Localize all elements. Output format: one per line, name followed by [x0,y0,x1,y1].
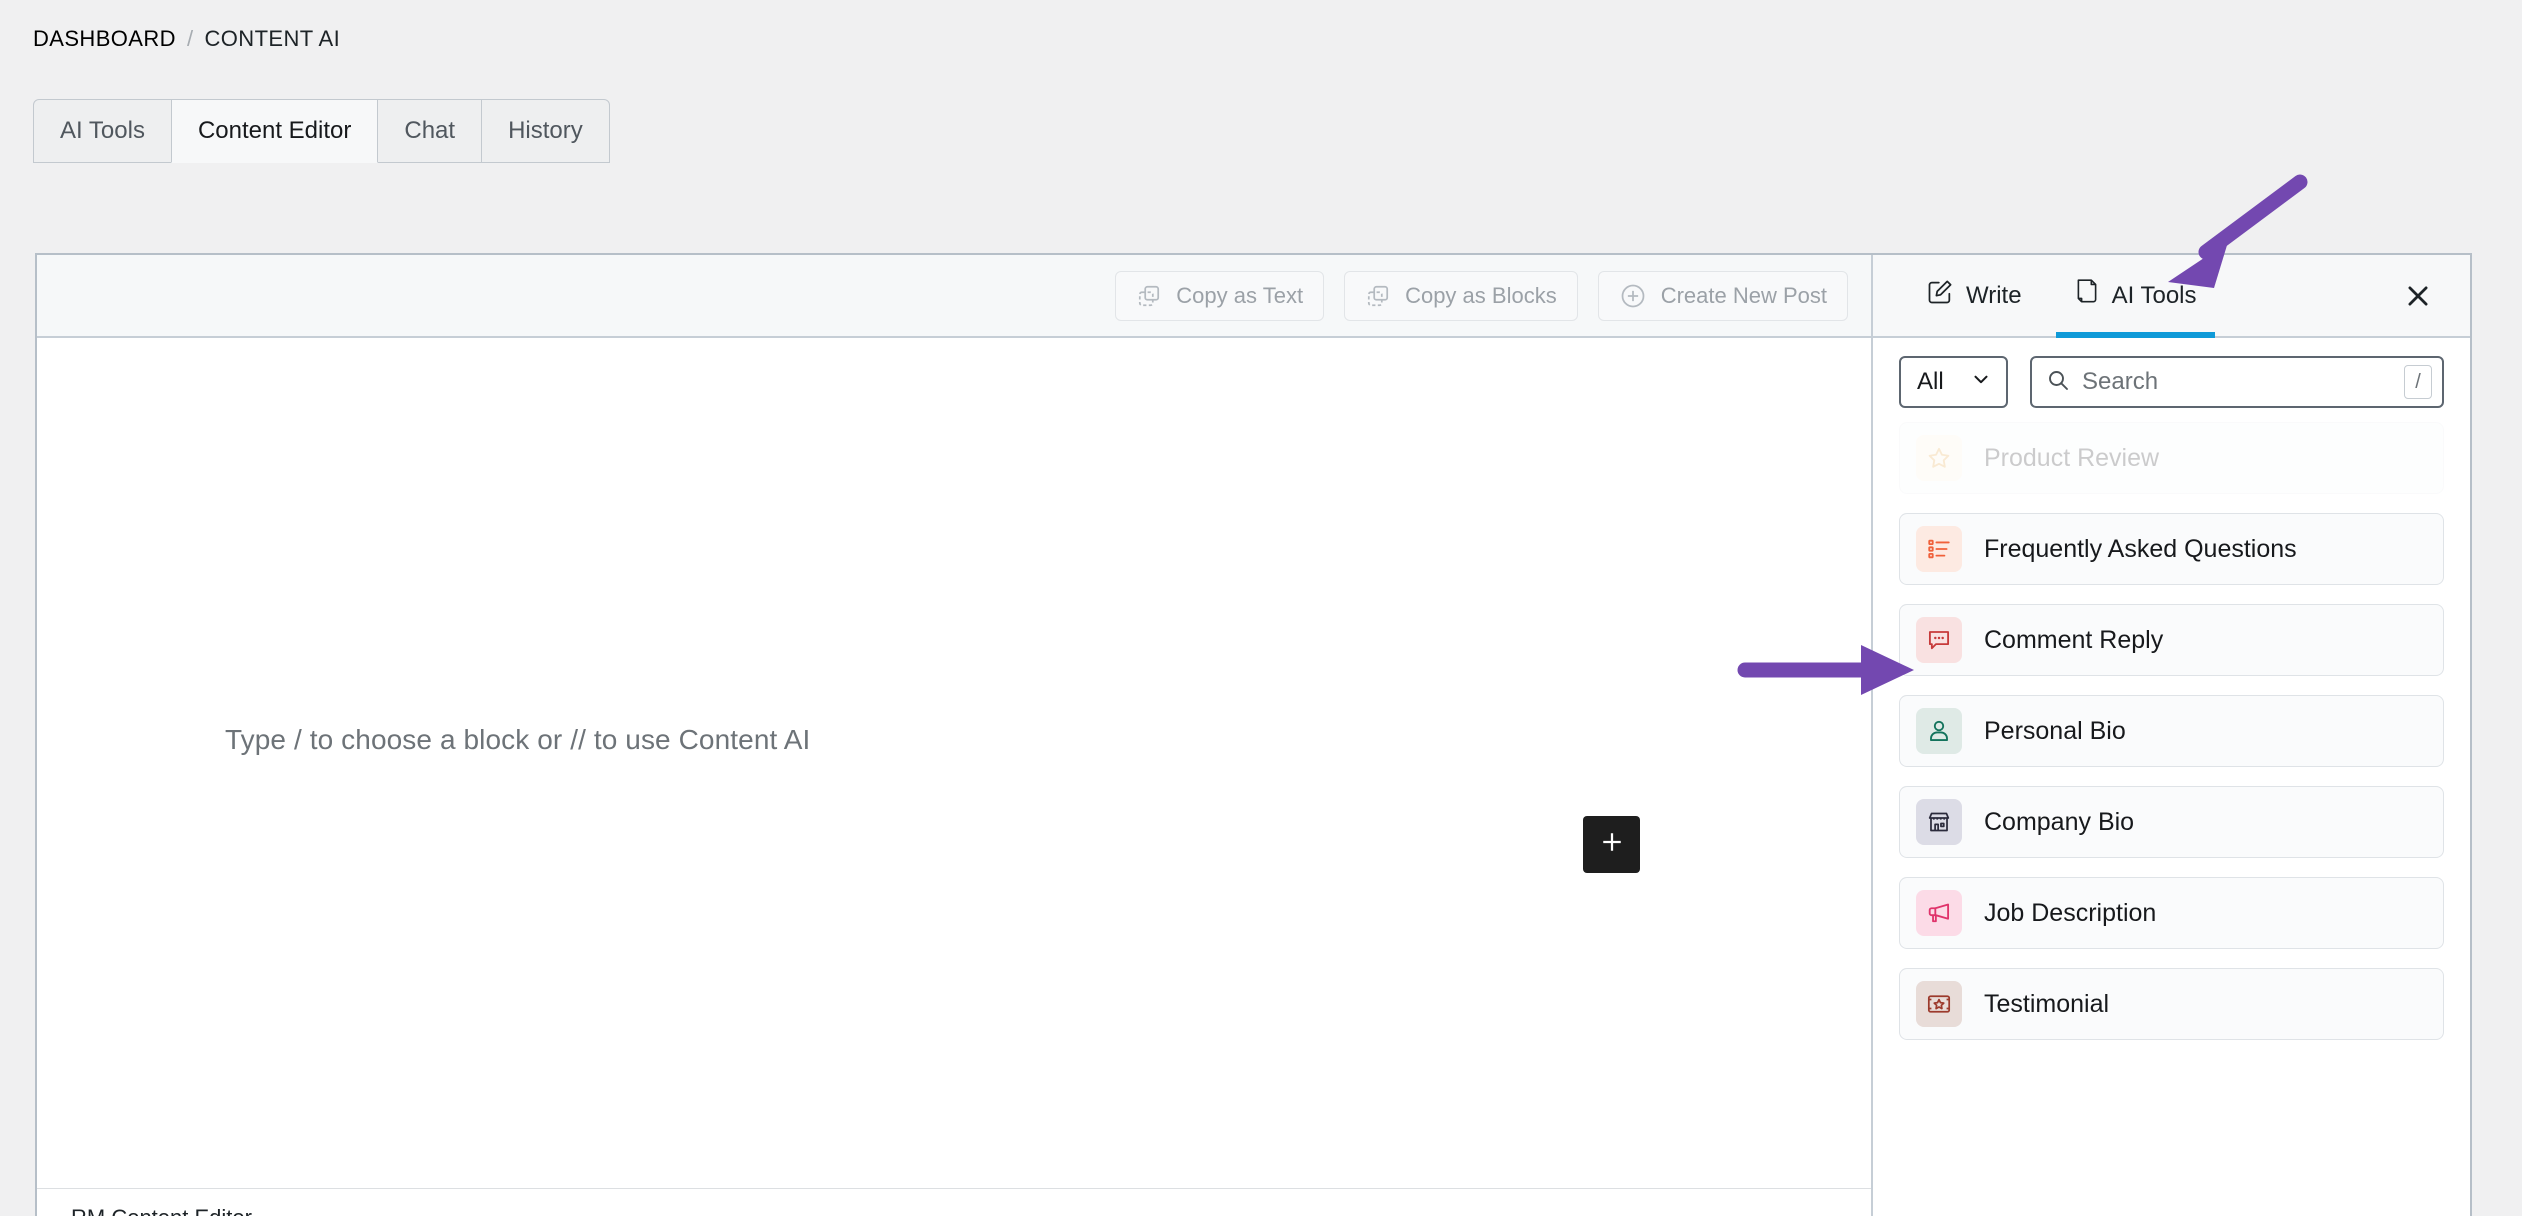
sidebar-tab-write[interactable]: Write [1900,255,2048,336]
sidebar-tab-label: AI Tools [2111,281,2197,309]
editor-footer-label: RM Content Editor [71,1205,252,1216]
comment-bubble-icon [1916,617,1962,663]
tool-item-frequently-asked-questions[interactable]: Frequently Asked Questions [1899,513,2444,585]
sidebar-filters: All / [1873,338,2470,422]
tab-label: Content Editor [197,117,352,144]
write-pencil-icon [1926,278,1954,313]
tool-item-label: Frequently Asked Questions [1984,534,2297,563]
app-page: DASHBOARD / CONTENT AI AI Tools Content … [0,0,2522,1216]
tab-chat[interactable]: Chat [377,99,483,163]
editor-placeholder-text: Type / to choose a block or // to use Co… [225,724,811,755]
ai-tools-list[interactable]: Product Review Frequently Asked Question… [1873,376,2470,1216]
plus-icon [1597,827,1627,862]
sidebar-tab-ai-tools[interactable]: AI Tools [2048,255,2223,338]
copy-icon [1136,283,1162,309]
main-tabbar: AI Tools Content Editor Chat History [33,99,610,163]
category-filter-select[interactable]: All [1899,356,2008,408]
tool-item-label: Testimonial [1984,989,2110,1018]
megaphone-icon [1916,890,1962,936]
search-input[interactable] [2082,368,2392,396]
button-label: Copy as Blocks [1405,282,1557,308]
tab-content-editor[interactable]: Content Editor [170,99,379,163]
copy-as-blocks-button[interactable]: Copy as Blocks [1344,270,1578,321]
tool-item-job-description[interactable]: Job Description [1899,877,2444,949]
star-icon [1916,435,1962,481]
tool-item-label: Comment Reply [1984,625,2164,654]
close-icon[interactable] [2400,278,2436,314]
editor-column: Copy as Text Copy as Blocks Create New P… [37,255,1871,1216]
sidebar-tabbar: Write AI Tools [1873,255,2470,338]
person-icon [1916,708,1962,754]
content-editor-panel: Copy as Text Copy as Blocks Create New P… [35,253,2472,1216]
certificate-icon [1916,981,1962,1027]
chevron-down-icon [1970,368,1992,397]
editor-toolbar: Copy as Text Copy as Blocks Create New P… [37,255,1871,338]
search-field[interactable]: / [2030,356,2444,408]
document-ai-icon [2074,278,2100,313]
tab-label: AI Tools [60,117,145,144]
tool-item-comment-reply[interactable]: Comment Reply [1899,604,2444,676]
tab-history[interactable]: History [481,99,610,163]
copy-as-text-button[interactable]: Copy as Text [1115,270,1325,321]
button-label: Create New Post [1660,282,1827,308]
editor-footer: RM Content Editor [37,1188,1871,1216]
add-block-button[interactable] [1583,816,1640,873]
ai-sidebar: Write AI Tools All Search / Product Revi… [1871,255,2470,1216]
copy-icon [1365,283,1391,309]
tool-item-label: Job Description [1984,898,2157,927]
create-new-post-button[interactable]: Create New Post [1597,270,1848,321]
tool-item-product-review[interactable]: Product Review [1899,422,2444,494]
tab-ai-tools[interactable]: AI Tools [33,99,172,163]
editor-canvas[interactable]: Type / to choose a block or // to use Co… [37,338,1871,1188]
list-questions-icon [1916,526,1962,572]
button-label: Copy as Text [1176,282,1304,308]
tool-item-label: Product Review [1984,443,2160,472]
sidebar-tab-label: Write [1966,281,2022,309]
breadcrumb: DASHBOARD / CONTENT AI [33,26,340,52]
tool-item-testimonial[interactable]: Testimonial [1899,968,2444,1040]
storefront-icon [1916,799,1962,845]
breadcrumb-separator: / [186,26,194,51]
tool-item-label: Company Bio [1984,807,2135,836]
tab-label: Chat [404,117,456,144]
search-icon [2046,368,2070,397]
tool-item-personal-bio[interactable]: Personal Bio [1899,695,2444,767]
tab-label: History [508,117,583,144]
category-filter-value: All [1917,368,1944,395]
tool-item-company-bio[interactable]: Company Bio [1899,786,2444,858]
breadcrumb-dashboard[interactable]: DASHBOARD [33,26,176,52]
tool-item-label: Personal Bio [1984,716,2126,745]
plus-circle-icon [1619,282,1647,310]
search-shortcut-key: / [2404,365,2432,399]
breadcrumb-current: CONTENT AI [204,26,341,51]
